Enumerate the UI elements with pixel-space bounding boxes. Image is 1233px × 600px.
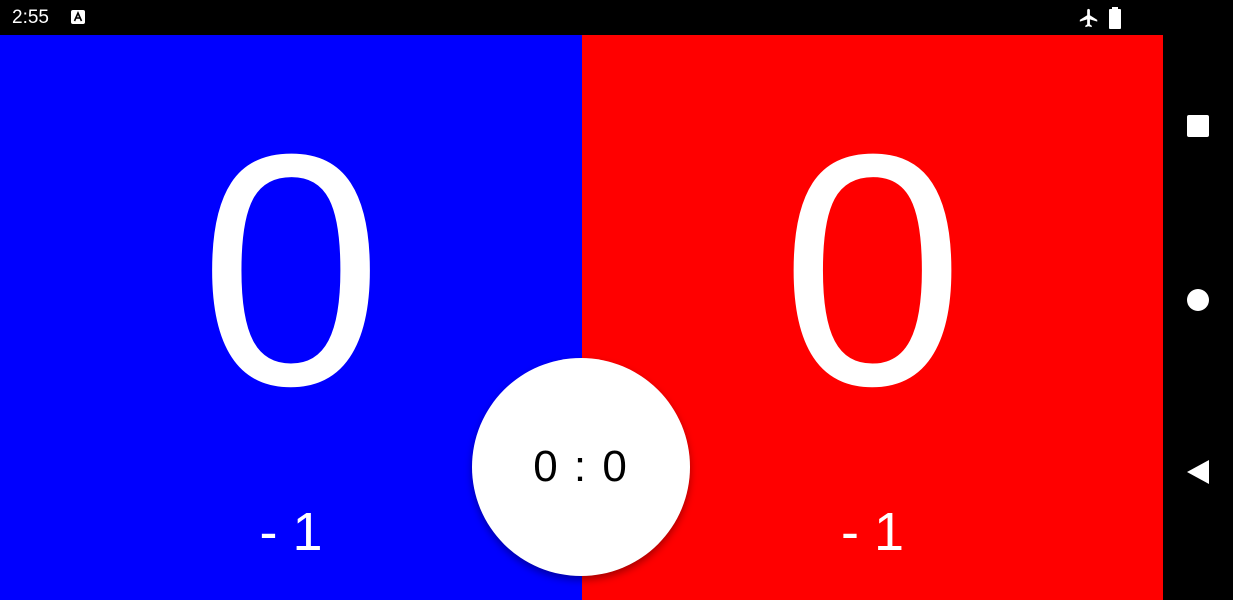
back-button[interactable]: [1180, 454, 1216, 490]
battery-icon: [1109, 7, 1121, 29]
home-icon: [1187, 289, 1209, 311]
status-bar: 2:55: [0, 0, 1233, 35]
center-score-summary: 0 : 0: [533, 442, 629, 491]
right-team-score[interactable]: 0: [582, 105, 1163, 435]
back-icon: [1187, 460, 1209, 484]
airplane-mode-icon: [1079, 8, 1098, 28]
center-score-button[interactable]: 0 : 0: [472, 358, 690, 576]
recent-apps-icon: [1187, 115, 1209, 137]
left-team-score[interactable]: 0: [0, 105, 582, 435]
a-notification-icon: [71, 10, 85, 24]
recent-apps-button[interactable]: [1180, 108, 1216, 144]
navigation-bar: [1163, 35, 1233, 600]
home-button[interactable]: [1180, 282, 1216, 318]
status-time: 2:55: [12, 7, 49, 28]
